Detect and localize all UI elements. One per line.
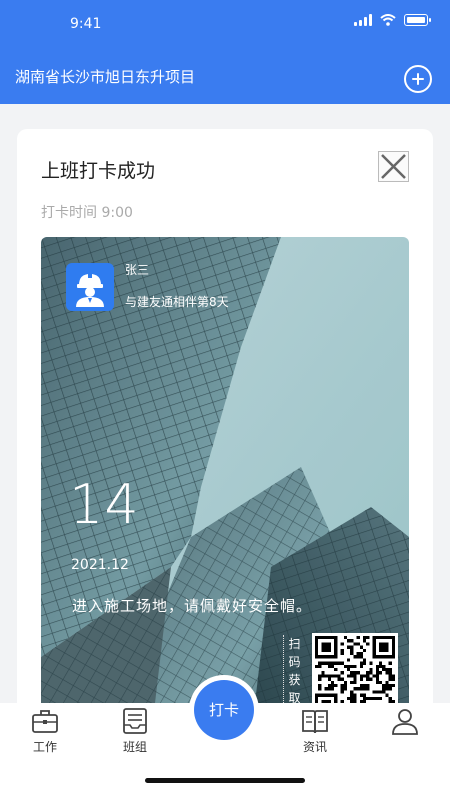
companion-days: 与建友通相伴第8天 [125,295,229,309]
checkin-poster: 张三 与建友通相伴第8天 14 2021.12 进入施工场地，请佩戴好安全帽。 … [41,237,409,737]
nav-label-team: 班组 [122,740,147,754]
add-button[interactable] [404,65,432,93]
checkin-time: 打卡时间 9:00 [41,205,133,221]
status-time: 9:41 [70,16,102,32]
checkin-button-label: 打卡 [194,680,254,740]
wifi-icon [380,14,396,26]
nav-item-team[interactable]: 班组 [100,703,170,761]
checkin-button[interactable]: 打卡 [189,675,259,745]
nav-item-work[interactable]: 工作 [10,703,80,761]
close-icon [381,154,406,179]
team-tray-icon [123,708,147,734]
home-indicator[interactable] [145,778,305,783]
profile-icon [392,709,418,735]
nav-label-news: 资讯 [302,740,327,754]
nav-label-work: 工作 [32,740,57,754]
worker-helmet-icon [76,272,104,307]
checkin-result-card: 上班打卡成功 打卡时间 9:00 张三 与建友通相伴第8天 14 2021.12… [17,129,433,737]
close-button[interactable] [378,151,409,182]
date-day: 14 [69,473,140,536]
nav-item-news[interactable]: 资讯 [280,703,350,761]
nav-item-profile[interactable] [370,703,440,761]
user-name: 张三 [125,263,150,277]
battery-icon [404,14,431,26]
cellular-signal-icon [354,14,372,26]
qr-label: 扫码获取 [283,635,305,707]
briefcase-icon [32,710,58,733]
project-title[interactable]: 湖南省长沙市旭日东升项目 [15,66,195,87]
checkin-screen: 9:41 湖南省长沙市旭日东升项目 上班打卡成功 打卡时间 9:00 张三 与建… [0,0,450,800]
status-icons [354,14,431,26]
card-title: 上班打卡成功 [41,160,156,182]
app-header: 9:41 湖南省长沙市旭日东升项目 [0,0,450,104]
book-icon [302,710,328,734]
worker-avatar [66,263,114,311]
safety-message: 进入施工场地，请佩戴好安全帽。 [72,597,313,615]
date-year-month: 2021.12 [71,557,129,573]
